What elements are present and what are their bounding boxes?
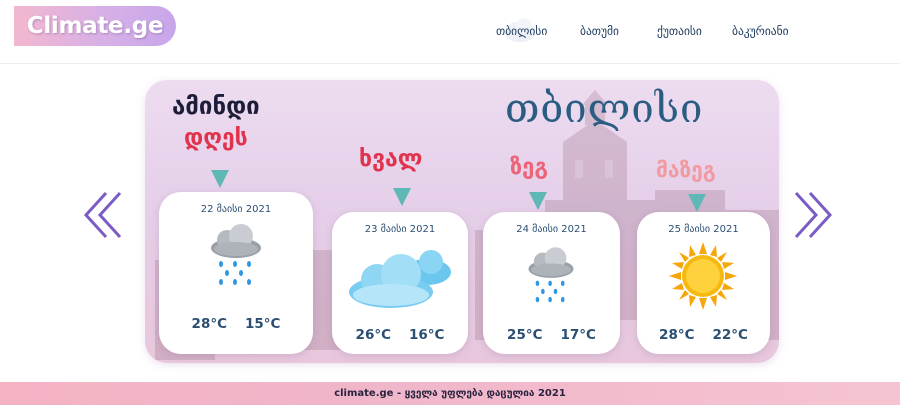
temp-high: 28°C <box>191 316 227 332</box>
temperature-range: 28°C 22°C <box>637 327 770 343</box>
temperature-range: 26°C 16°C <box>332 327 468 343</box>
nav-item-batumi[interactable]: ბათუმი <box>580 24 619 38</box>
nav-item-bakuriani[interactable]: ბაკურიანი <box>732 24 789 38</box>
heading-day-after: ზეგ <box>510 155 549 180</box>
temp-high: 28°C <box>659 327 695 343</box>
temp-low: 15°C <box>245 316 281 332</box>
day-marker-icon <box>393 188 411 206</box>
temp-high: 26°C <box>355 327 391 343</box>
forecast-date: 23 მაისი 2021 <box>364 224 436 235</box>
temp-low: 22°C <box>712 327 748 343</box>
temp-low: 17°C <box>560 327 596 343</box>
previous-arrow-icon[interactable] <box>80 190 124 240</box>
cloudy-icon <box>349 250 451 308</box>
sun-icon <box>669 242 737 310</box>
site-footer: climate.ge - ყველა უფლება დაცულია 2021 <box>0 382 900 405</box>
temp-low: 16°C <box>409 327 445 343</box>
forecast-card[interactable]: 22 მაისი 2021 28°C 15°C <box>159 192 313 354</box>
forecast-card[interactable]: 23 მაისი 2021 26°C 16°C <box>332 212 468 354</box>
temperature-range: 28°C 15°C <box>159 316 313 332</box>
next-arrow-icon[interactable] <box>792 190 836 240</box>
rain-cloud-icon <box>528 247 574 303</box>
day-marker-icon <box>688 194 706 212</box>
forecast-date: 24 მაისი 2021 <box>516 224 587 235</box>
day-marker-icon <box>529 192 547 210</box>
temperature-range: 25°C 17°C <box>483 327 620 343</box>
forecast-card[interactable]: 25 მაისი 2021 28°C 22°C <box>637 212 770 354</box>
footer-copyright: climate.ge - ყველა უფლება დაცულია 2021 <box>334 388 566 399</box>
heading-two-days-after: მაზეგ <box>656 158 716 182</box>
nav-item-kutaisi[interactable]: ქუთაისი <box>657 24 702 38</box>
heading-weather: ამინდი <box>172 92 260 120</box>
rain-cloud-icon <box>211 224 261 285</box>
nav-item-tbilisi[interactable]: თბილისი <box>496 24 547 38</box>
forecast-date: 22 მაისი 2021 <box>200 204 272 215</box>
site-header: Climate.ge თბილისი ბათუმი ქუთაისი ბაკური… <box>0 0 900 64</box>
city-title: თბილისი <box>505 86 704 132</box>
day-marker-icon <box>211 170 229 188</box>
city-nav: თბილისი ბათუმი ქუთაისი ბაკურიანი <box>0 24 900 44</box>
heading-today: დღეს <box>184 125 248 151</box>
forecast-card[interactable]: 24 მაისი 2021 25°C 17°C <box>483 212 620 354</box>
forecast-date: 25 მაისი 2021 <box>668 224 739 235</box>
temp-high: 25°C <box>507 327 543 343</box>
heading-tomorrow: ხვალ <box>359 146 423 172</box>
